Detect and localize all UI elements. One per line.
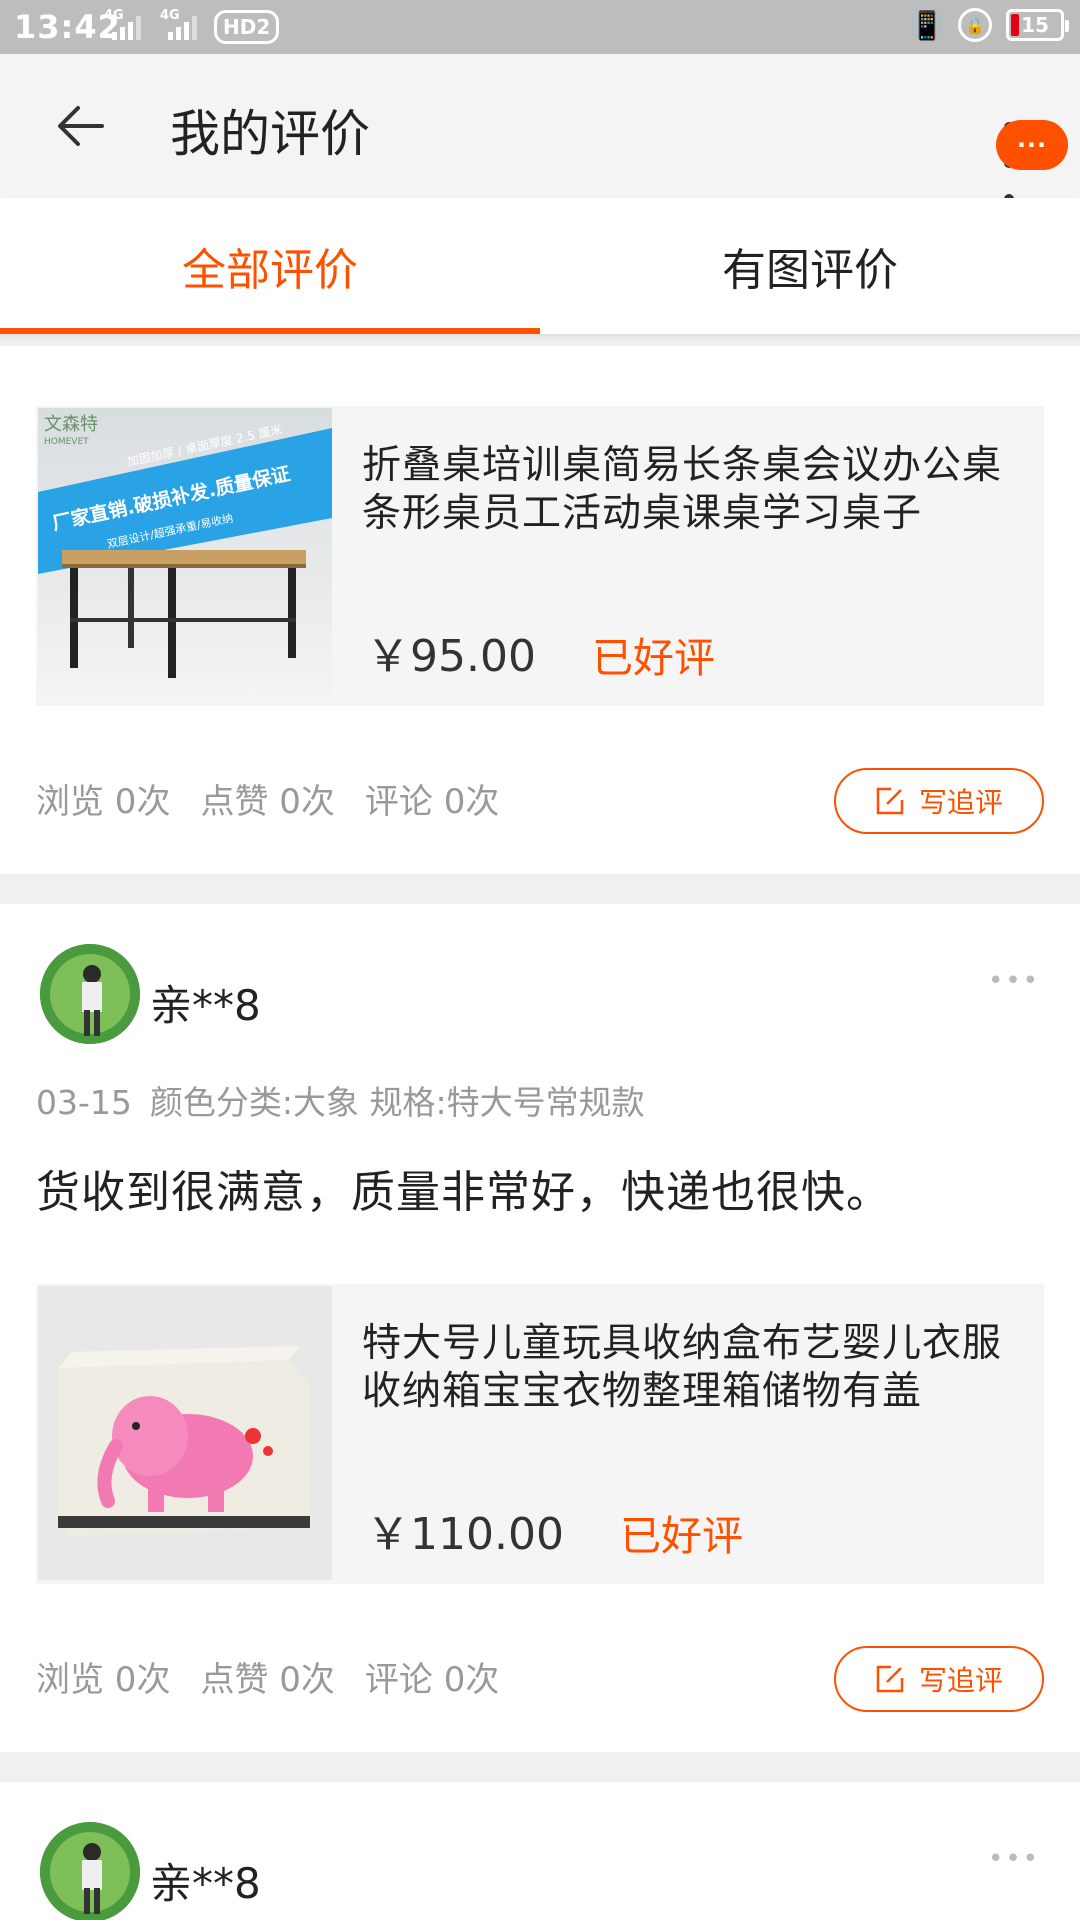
page-title: 我的评价: [170, 105, 370, 163]
product-name: 折叠桌培训桌简易长条桌会议办公桌条形桌员工活动桌课桌学习桌子: [362, 443, 1003, 536]
review-status: 已好评: [620, 1512, 743, 1560]
edit-icon: [875, 786, 905, 816]
edit-icon: [875, 1664, 905, 1694]
write-followup-button[interactable]: 写追评: [834, 1646, 1044, 1712]
message-bubble-icon[interactable]: ···: [996, 120, 1068, 170]
tab-photo-reviews[interactable]: 有图评价: [540, 198, 1080, 334]
review-date: 03-15: [36, 1083, 132, 1122]
review-stats: 浏览 0次 点赞 0次 评论 0次: [36, 774, 499, 823]
product-thumbnail: 文森特 HOMEVET 加固加厚 / 桌面厚度 2.5 厘米 厂家直销.破损补发…: [38, 408, 332, 702]
tab-bar: 全部评价 有图评价: [0, 198, 1080, 334]
review-card: 亲**8 •••: [0, 1782, 1080, 1920]
product-card[interactable]: 特大号儿童玩具收纳盒布艺婴儿衣服收纳箱宝宝衣物整理箱储物有盖 ￥110.00 已…: [36, 1284, 1044, 1584]
product-name: 特大号儿童玩具收纳盒布艺婴儿衣服收纳箱宝宝衣物整理箱储物有盖: [362, 1321, 1003, 1414]
comments-count: 评论 0次: [364, 782, 500, 822]
more-dots-icon[interactable]: •••: [988, 966, 1040, 996]
review-text: 货收到很满意，质量非常好，快递也很快。: [36, 1167, 891, 1218]
followup-label: 写追评: [918, 1664, 1003, 1697]
views-count: 浏览 0次: [36, 1660, 171, 1700]
status-bar: 13:42 4G 4G HD2 📳 🔒 15: [0, 0, 1080, 54]
product-card[interactable]: 文森特 HOMEVET 加固加厚 / 桌面厚度 2.5 厘米 厂家直销.破损补发…: [36, 406, 1044, 706]
comments-count: 评论 0次: [364, 1660, 500, 1700]
review-card: 亲**8 ••• 03-15 颜色分类:大象 规格:特大号常规款 货收到很满意，质…: [0, 904, 1080, 1752]
review-stats: 浏览 0次 点赞 0次 评论 0次: [36, 1652, 499, 1701]
review-sku: 颜色分类:大象 规格:特大号常规款: [149, 1083, 645, 1122]
hd-voice-icon: HD2: [214, 10, 280, 44]
signal-icon-2: 4G: [160, 8, 197, 40]
vibrate-icon: 📳: [909, 8, 945, 42]
back-arrow-icon[interactable]: [50, 94, 114, 158]
followup-label: 写追评: [918, 786, 1003, 819]
review-meta: 03-15 颜色分类:大象 规格:特大号常规款: [36, 1076, 663, 1124]
likes-count: 点赞 0次: [200, 782, 335, 822]
app-header: 我的评价 ···: [0, 54, 1080, 204]
review-card: 文森特 HOMEVET 加固加厚 / 桌面厚度 2.5 厘米 厂家直销.破损补发…: [0, 346, 1080, 874]
product-price: ￥110.00: [366, 1509, 564, 1560]
battery-icon: 15: [1006, 9, 1069, 41]
username: 亲**8: [150, 981, 261, 1030]
tab-all-reviews[interactable]: 全部评价: [0, 198, 540, 334]
review-status: 已好评: [592, 634, 715, 682]
likes-count: 点赞 0次: [200, 1660, 335, 1700]
write-followup-button[interactable]: 写追评: [834, 768, 1044, 834]
product-price: ￥95.00: [366, 631, 536, 682]
views-count: 浏览 0次: [36, 782, 171, 822]
product-thumbnail: [38, 1286, 332, 1580]
battery-level: 15: [1021, 13, 1049, 37]
rotation-lock-icon: 🔒: [958, 8, 992, 42]
signal-icon: 4G: [104, 8, 141, 40]
thumb-brand-en-text: HOMEVET: [44, 437, 89, 447]
thumb-brand-text: 文森特: [44, 414, 98, 435]
avatar[interactable]: [40, 944, 140, 1044]
more-dots-icon[interactable]: •••: [988, 1844, 1040, 1874]
avatar[interactable]: [40, 1822, 140, 1920]
username: 亲**8: [150, 1859, 261, 1908]
